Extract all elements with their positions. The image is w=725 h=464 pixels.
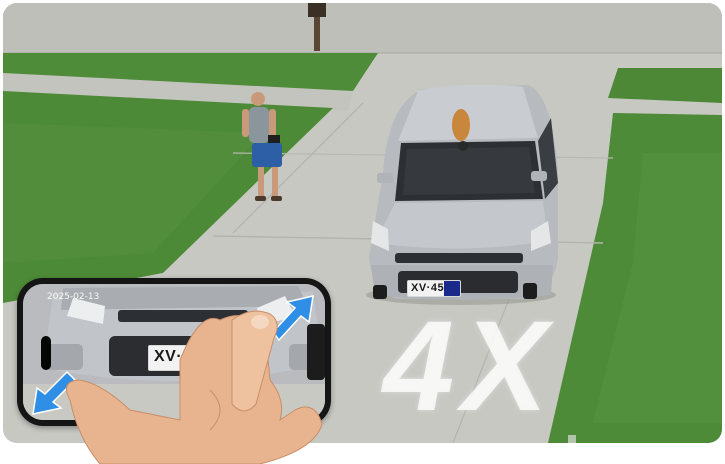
phone-notch bbox=[41, 336, 51, 370]
license-plate-text: XV·45 bbox=[411, 282, 445, 294]
hand bbox=[65, 310, 323, 464]
zoom-label: 4X bbox=[383, 295, 556, 438]
